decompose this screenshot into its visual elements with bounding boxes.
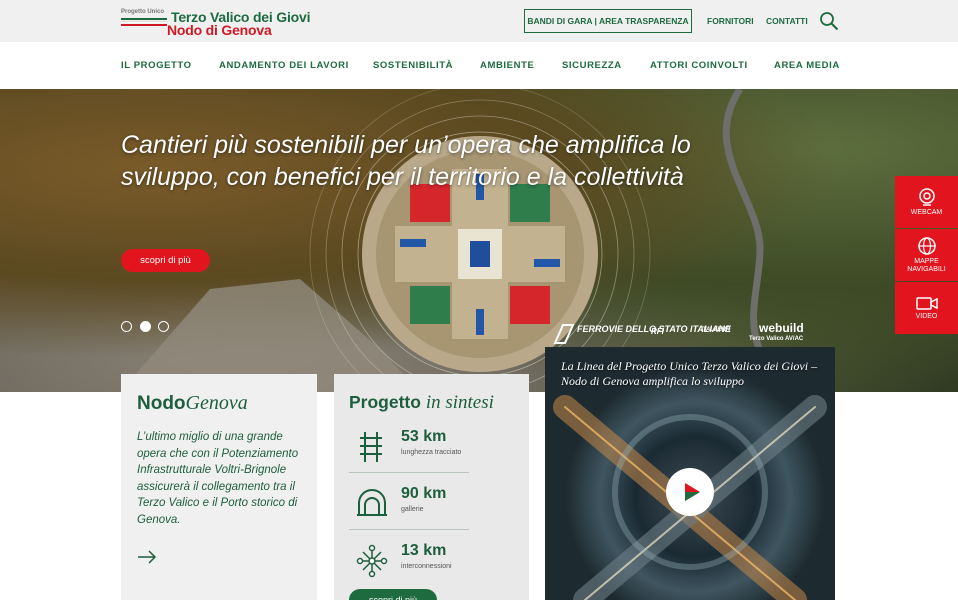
- contatti-link[interactable]: CONTATTI: [766, 16, 808, 26]
- slider-dot-active[interactable]: [140, 321, 151, 332]
- video-title: La Linea del Progetto Unico Terzo Valico…: [561, 359, 818, 388]
- logo-stripes: [121, 18, 167, 27]
- card-sintesi-title: Progetto in sintesi: [349, 392, 494, 413]
- video-label: VIDEO: [915, 313, 938, 320]
- video-camera-icon: [915, 297, 938, 310]
- partner-italferr: ITALFERR: [701, 327, 731, 333]
- stat-label: interconnessioni: [401, 563, 452, 570]
- nav-attori-coinvolti[interactable]: ATTORI COINVOLTI: [650, 60, 748, 71]
- sintesi-scopri-button[interactable]: scopri di più: [349, 589, 437, 600]
- stat-label: gallerie: [401, 506, 424, 513]
- partner-rfi: RFI: [651, 327, 664, 336]
- nav-sostenibilita[interactable]: SOSTENIBILITÀ: [373, 60, 453, 71]
- network-icon: [356, 544, 388, 578]
- partner-webuild: webuild: [759, 321, 804, 335]
- nav-ambiente[interactable]: AMBIENTE: [480, 60, 534, 71]
- stat-item: 53 km lunghezza tracciato: [349, 422, 469, 478]
- video-button[interactable]: VIDEO: [895, 282, 958, 334]
- stat-value: 90 km: [401, 485, 447, 502]
- site-logo[interactable]: Progetto Unico Terzo Valico dei Giovi No…: [121, 7, 321, 38]
- nav-area-media[interactable]: AREA MEDIA: [774, 60, 840, 71]
- search-icon[interactable]: [819, 11, 839, 31]
- nav-il-progetto[interactable]: IL PROGETTO: [121, 60, 192, 71]
- nav-sicurezza[interactable]: SICUREZZA: [562, 60, 622, 71]
- stat-item: 90 km gallerie: [349, 479, 469, 535]
- divider: [349, 472, 469, 473]
- arrow-right-icon[interactable]: [137, 550, 157, 564]
- hero-scopri-button[interactable]: scopri di più: [121, 249, 210, 272]
- play-button[interactable]: [666, 468, 714, 516]
- nav-andamento-lavori[interactable]: ANDAMENTO DEI LAVORI: [219, 60, 349, 71]
- slider-dot[interactable]: [121, 321, 132, 332]
- top-bar: Progetto Unico Terzo Valico dei Giovi No…: [0, 0, 958, 42]
- main-nav: IL PROGETTO ANDAMENTO DEI LAVORI SOSTENI…: [0, 42, 958, 89]
- stat-label: lunghezza tracciato: [401, 449, 462, 456]
- mappe-label: MAPPE NAVIGABILI: [907, 258, 946, 273]
- fs-logo-icon: [553, 324, 575, 344]
- webcam-button[interactable]: WEBCAM: [895, 176, 958, 228]
- stat-value: 13 km: [401, 542, 447, 559]
- webcam-label: WEBCAM: [910, 209, 943, 216]
- mappe-button[interactable]: MAPPE NAVIGABILI: [895, 229, 958, 281]
- card-nodo-text: L’ultimo miglio di una grande opera che …: [137, 431, 299, 526]
- logo-subtitle: Nodo di Genova: [167, 22, 272, 38]
- globe-icon: [917, 237, 936, 255]
- logo-tagline: Progetto Unico: [121, 9, 164, 15]
- video-player[interactable]: La Linea del Progetto Unico Terzo Valico…: [545, 347, 835, 600]
- card-nodo-title: NodoGenova: [137, 392, 248, 414]
- stat-value: 53 km: [401, 428, 447, 445]
- slider-dot[interactable]: [158, 321, 169, 332]
- railway-track-icon: [360, 432, 382, 462]
- stat-item: 13 km interconnessioni: [349, 536, 469, 592]
- partner-terzo-valico: Terzo Valico AV/AC: [749, 336, 804, 342]
- card-nodo-genova: NodoGenova L’ultimo miglio di una grande…: [121, 374, 317, 600]
- partner-logos: FERROVIE DELLO STATO ITALIANE RFI ITALFE…: [553, 321, 835, 349]
- divider: [349, 529, 469, 530]
- hero-title: Cantieri più sostenibili per un’opera ch…: [121, 131, 691, 191]
- tunnel-icon: [357, 489, 387, 516]
- play-icon: [685, 483, 700, 501]
- bandi-di-gara-button[interactable]: BANDI DI GARA | AREA TRASPARENZA: [524, 9, 692, 33]
- card-progetto-sintesi: Progetto in sintesi 53 km lunghezza trac…: [334, 374, 529, 600]
- side-widget: WEBCAM MAPPE NAVIGABILI VIDEO: [895, 176, 958, 335]
- fornitori-link[interactable]: FORNITORI: [707, 16, 754, 26]
- webcam-icon: [918, 188, 935, 206]
